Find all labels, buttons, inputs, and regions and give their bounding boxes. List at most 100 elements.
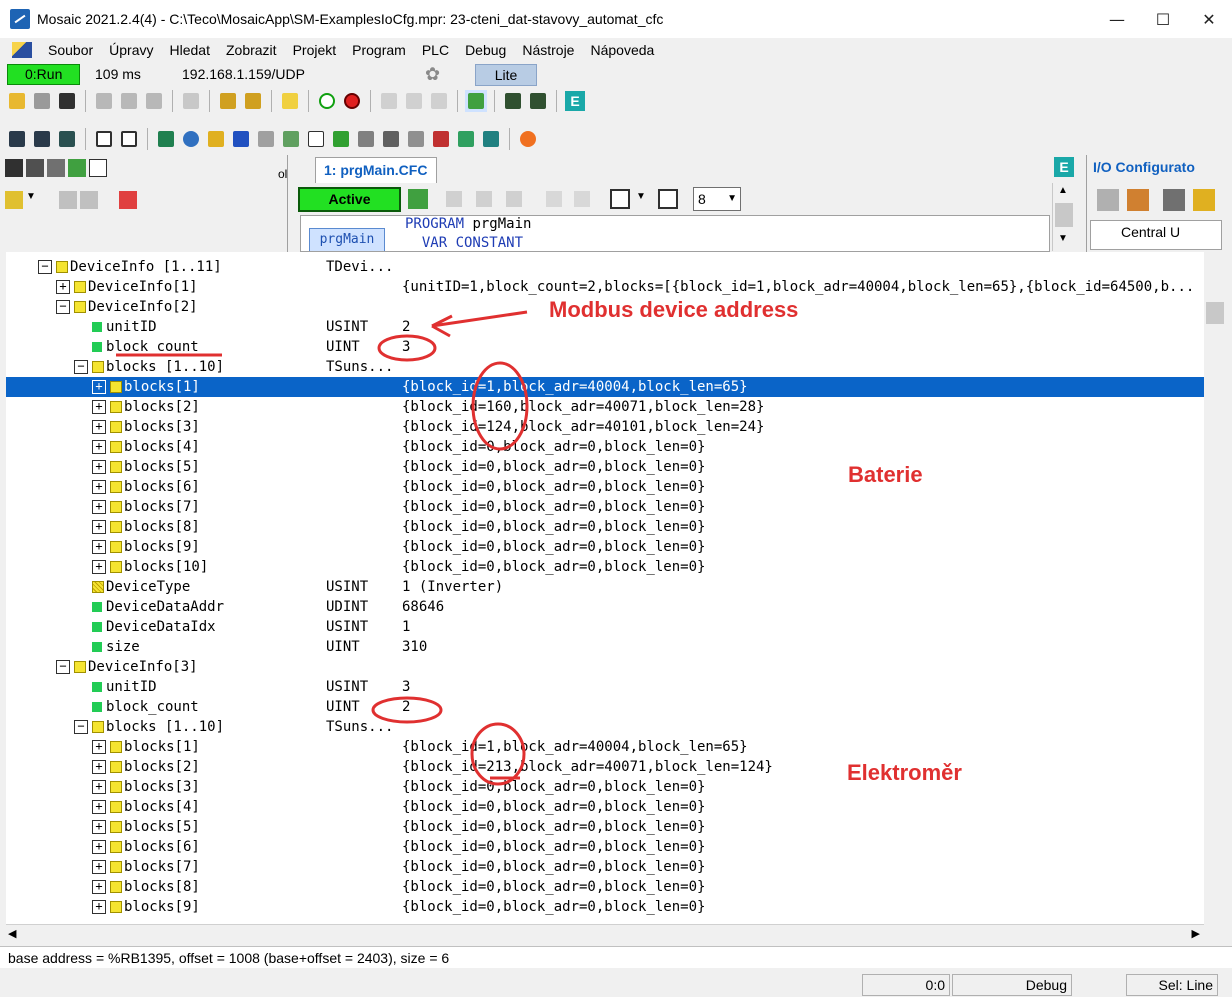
expand-icon[interactable]: + bbox=[92, 460, 106, 474]
open-project-icon[interactable] bbox=[217, 90, 239, 112]
save-icon[interactable] bbox=[31, 90, 53, 112]
collapse-icon[interactable]: − bbox=[38, 260, 52, 274]
expand-icon[interactable]: + bbox=[92, 840, 106, 854]
plc-icon[interactable] bbox=[455, 128, 477, 150]
watch-row[interactable]: block_count UINT 2 bbox=[6, 697, 1204, 717]
tool-b-icon[interactable] bbox=[79, 191, 98, 209]
expand-icon[interactable]: + bbox=[92, 860, 106, 874]
layout-icon[interactable] bbox=[610, 189, 630, 209]
chart-icon[interactable] bbox=[280, 128, 302, 150]
paste-icon[interactable] bbox=[143, 90, 165, 112]
expand-icon[interactable]: + bbox=[92, 560, 106, 574]
save-all-icon[interactable] bbox=[56, 90, 78, 112]
step-into-icon[interactable] bbox=[378, 90, 400, 112]
expand-icon[interactable]: + bbox=[92, 820, 106, 834]
menu-system-icon[interactable] bbox=[12, 42, 32, 58]
open-folder-icon[interactable] bbox=[242, 90, 264, 112]
watch-row[interactable]: − blocks [1..10] TSuns... bbox=[6, 357, 1204, 377]
code-editor[interactable]: prgMain PROGRAM prgMain VAR CONSTANT bbox=[300, 215, 1050, 252]
scroll-right-icon[interactable]: ▶ bbox=[1192, 927, 1200, 940]
watch-row[interactable]: + blocks[6] {block_id=0,block_adr=0,block_… bbox=[6, 837, 1204, 857]
close-button[interactable]: ✕ bbox=[1186, 0, 1232, 38]
watch-row[interactable]: block_count UINT 3 bbox=[6, 337, 1204, 357]
collapse-icon[interactable]: − bbox=[56, 300, 70, 314]
watch-row[interactable]: DeviceDataAddr UDINT 68646 bbox=[6, 597, 1204, 617]
expand-icon[interactable]: + bbox=[92, 540, 106, 554]
io-tree[interactable]: Central U bbox=[1090, 220, 1222, 250]
step-over-icon[interactable] bbox=[403, 90, 425, 112]
watch-row[interactable]: + blocks[3] {block_id=124,block_adr=40101,… bbox=[6, 417, 1204, 437]
step-out-icon[interactable] bbox=[428, 90, 450, 112]
new-item-icon[interactable] bbox=[5, 191, 23, 209]
tool-c-icon[interactable] bbox=[118, 191, 137, 209]
menu-napoveda[interactable]: Nápoveda bbox=[582, 42, 662, 58]
monitor-icon[interactable] bbox=[255, 128, 277, 150]
expand-icon[interactable]: + bbox=[56, 280, 70, 294]
watch-row[interactable]: + blocks[5] {block_id=0,block_adr=0,block_… bbox=[6, 457, 1204, 477]
expand-icon[interactable]: + bbox=[92, 500, 106, 514]
chevron-down-icon[interactable]: ▼ bbox=[26, 191, 36, 209]
watch-row[interactable]: + blocks[3] {block_id=0,block_adr=0,block_… bbox=[6, 777, 1204, 797]
open-icon[interactable] bbox=[6, 90, 28, 112]
disk-icon[interactable] bbox=[230, 128, 252, 150]
layout-2-icon[interactable] bbox=[31, 128, 53, 150]
watch-row[interactable]: + blocks[9] {block_id=0,block_adr=0,block_… bbox=[6, 537, 1204, 557]
module-icon[interactable] bbox=[205, 128, 227, 150]
menu-debug[interactable]: Debug bbox=[457, 42, 514, 58]
library-icon[interactable] bbox=[155, 128, 177, 150]
expand-icon[interactable]: + bbox=[92, 740, 106, 754]
run-icon[interactable] bbox=[316, 90, 338, 112]
layout-3-icon[interactable] bbox=[56, 128, 78, 150]
block-add-icon[interactable] bbox=[446, 191, 462, 207]
watch-row[interactable]: + blocks[4] {block_id=0,block_adr=0,block_… bbox=[6, 797, 1204, 817]
block-remove-icon[interactable] bbox=[506, 191, 522, 207]
editor-e-icon[interactable]: E bbox=[564, 90, 586, 112]
folder-icon[interactable] bbox=[1193, 189, 1215, 211]
expand-icon[interactable]: + bbox=[92, 480, 106, 494]
menu-upravy[interactable]: Úpravy bbox=[101, 42, 161, 58]
window-icon[interactable] bbox=[658, 189, 678, 209]
expand-icon[interactable]: + bbox=[92, 380, 106, 394]
watch-row[interactable]: + blocks[8] {block_id=0,block_adr=0,block_… bbox=[6, 877, 1204, 897]
cut-icon[interactable] bbox=[93, 90, 115, 112]
scroll-left-icon[interactable]: ◀ bbox=[8, 927, 16, 940]
watch-row[interactable]: + blocks[7] {block_id=0,block_adr=0,block_… bbox=[6, 857, 1204, 877]
menu-zobrazit[interactable]: Zobrazit bbox=[218, 42, 285, 58]
debug-bug-icon[interactable] bbox=[465, 90, 487, 112]
block-insert-icon[interactable] bbox=[476, 191, 492, 207]
menu-program[interactable]: Program bbox=[344, 42, 414, 58]
split-horizontal-icon[interactable] bbox=[118, 128, 140, 150]
expand-icon[interactable]: + bbox=[92, 800, 106, 814]
watch-row[interactable]: DeviceType USINT 1 (Inverter) bbox=[6, 577, 1204, 597]
watch-row[interactable]: + blocks[10] {block_id=0,block_adr=0,block… bbox=[6, 557, 1204, 577]
compile-icon[interactable] bbox=[279, 90, 301, 112]
tab-prgmain[interactable]: 1: prgMain.CFC bbox=[315, 157, 437, 183]
active-button[interactable]: Active bbox=[298, 187, 401, 212]
stop-icon[interactable] bbox=[341, 90, 363, 112]
watch-hscrollbar[interactable]: ◀ ▶ bbox=[6, 924, 1204, 944]
watch-tree[interactable]: − DeviceInfo [1..11] TDevi... + DeviceInfo[1… bbox=[6, 252, 1204, 924]
debug-tab-icon[interactable] bbox=[68, 159, 86, 177]
watch-row[interactable]: + blocks[5] {block_id=0,block_adr=0,block_… bbox=[6, 817, 1204, 837]
watch-row[interactable]: + blocks[2] {block_id=213,block_adr=40071,… bbox=[6, 757, 1204, 777]
copy-icon[interactable] bbox=[118, 90, 140, 112]
editor-scrollbar[interactable]: ▲ ▼ bbox=[1052, 183, 1074, 251]
collapse-icon[interactable]: − bbox=[74, 360, 88, 374]
expand-icon[interactable]: + bbox=[92, 400, 106, 414]
files-tab-icon[interactable] bbox=[26, 159, 44, 177]
debug-toggle-icon[interactable] bbox=[408, 189, 428, 209]
expand-icon[interactable]: + bbox=[92, 760, 106, 774]
tree-icon[interactable] bbox=[405, 128, 427, 150]
watch-row[interactable]: − DeviceInfo[3] bbox=[6, 657, 1204, 677]
chevron-down-icon[interactable]: ▼ bbox=[636, 191, 646, 202]
watch-row[interactable]: + blocks[1] {block_id=1,block_adr=40004,bl… bbox=[6, 377, 1204, 397]
watch-row[interactable]: + blocks[6] {block_id=0,block_adr=0,block_… bbox=[6, 477, 1204, 497]
editor-e-icon[interactable]: E bbox=[1054, 157, 1074, 177]
device-icon[interactable] bbox=[1163, 189, 1185, 211]
expand-icon[interactable]: + bbox=[92, 440, 106, 454]
scroll-thumb[interactable] bbox=[1206, 302, 1224, 324]
import-icon[interactable] bbox=[502, 90, 524, 112]
watch-row[interactable]: − blocks [1..10] TSuns... bbox=[6, 717, 1204, 737]
properties-icon[interactable] bbox=[180, 90, 202, 112]
expand-icon[interactable]: + bbox=[92, 900, 106, 914]
